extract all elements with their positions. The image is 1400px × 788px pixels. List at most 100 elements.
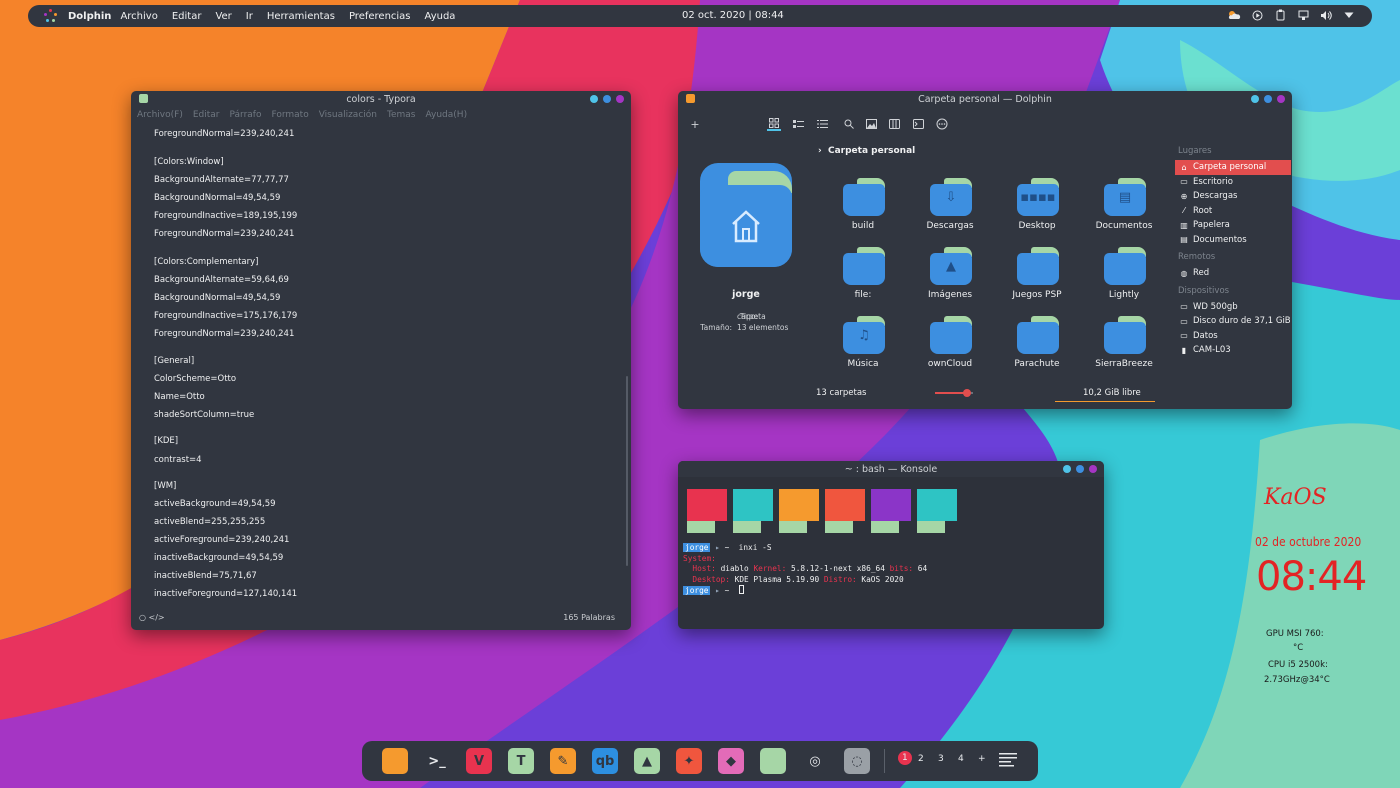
notes-app-icon[interactable]: [760, 748, 786, 774]
weather-icon[interactable]: [1227, 8, 1241, 22]
menu-ayuda[interactable]: Ayuda(H): [425, 110, 467, 120]
place-item[interactable]: ▭ Datos: [1175, 329, 1291, 344]
close-button[interactable]: [1089, 465, 1097, 473]
menu-editar[interactable]: Editar: [193, 110, 220, 120]
menu-ir[interactable]: Ir: [246, 11, 253, 22]
place-item[interactable]: ▤ Documentos: [1175, 233, 1291, 248]
desktop-3[interactable]: 3: [938, 754, 944, 764]
inkscape-app-icon[interactable]: ▲: [634, 748, 660, 774]
folder-item[interactable]: ♫ Música: [819, 314, 907, 384]
menu-formato[interactable]: Formato: [271, 110, 308, 120]
menu-editar[interactable]: Editar: [172, 11, 202, 22]
konsole-titlebar[interactable]: ~ : bash — Konsole: [678, 461, 1104, 477]
add-desktop-button[interactable]: +: [978, 754, 986, 764]
folder-item[interactable]: SierraBreeze: [1080, 314, 1168, 384]
folder-item[interactable]: Lightly: [1080, 245, 1168, 315]
menu-ayuda[interactable]: Ayuda: [425, 11, 456, 22]
desktop-2[interactable]: 2: [918, 754, 924, 764]
settings-app-icon[interactable]: ◌: [844, 748, 870, 774]
source-mode-toggle[interactable]: ○ </>: [139, 613, 165, 622]
place-item[interactable]: ▭ Escritorio: [1175, 175, 1291, 190]
minimize-button[interactable]: [590, 95, 598, 103]
color-swatches: [687, 489, 957, 533]
kate-app-icon[interactable]: ✎: [550, 748, 576, 774]
folder-item[interactable]: Juegos PSP: [993, 245, 1081, 315]
kaos-logo-icon[interactable]: [44, 9, 58, 23]
folder-item[interactable]: build: [819, 176, 907, 246]
panel-clock[interactable]: 02 oct. 2020 | 08:44: [682, 10, 784, 21]
place-label: Datos: [1193, 330, 1218, 341]
menu-visualizacion[interactable]: Visualización: [319, 110, 377, 120]
terminal-output[interactable]: jorge ▸ ~ inxi -S System: Host: diablo K…: [683, 543, 927, 597]
maximize-button[interactable]: [1076, 465, 1084, 473]
place-item[interactable]: ▭ WD 500gb: [1175, 300, 1291, 315]
place-item[interactable]: ▮ CAM-L03: [1175, 343, 1291, 358]
prompt-path: ~: [724, 586, 730, 595]
preview-icon[interactable]: [864, 117, 878, 131]
typora-window: colors - Typora Archivo(F) Editar Párraf…: [131, 91, 631, 630]
compact-view-icon[interactable]: [791, 117, 805, 131]
drive-icon: ▭: [1180, 302, 1188, 312]
zoom-slider-handle[interactable]: [963, 389, 972, 397]
menu-archivo[interactable]: Archivo: [120, 11, 157, 22]
place-item[interactable]: ⌂ Carpeta personal: [1175, 160, 1291, 175]
dolphin-titlebar[interactable]: Carpeta personal — Dolphin: [678, 91, 1292, 107]
clipboard-icon[interactable]: [1273, 8, 1287, 22]
krita-app-icon[interactable]: ✦: [676, 748, 702, 774]
typora-titlebar[interactable]: colors - Typora: [131, 91, 631, 107]
menu-herramientas[interactable]: Herramientas: [267, 11, 335, 22]
steam-app-icon[interactable]: ◎: [802, 748, 828, 774]
maximize-button[interactable]: [603, 95, 611, 103]
dolphin-app-icon[interactable]: [382, 748, 408, 774]
volume-icon[interactable]: [1319, 8, 1333, 22]
menu-archivo[interactable]: Archivo(F): [137, 110, 183, 120]
menu-preferencias[interactable]: Preferencias: [349, 11, 411, 22]
place-item[interactable]: ▥ Papelera: [1175, 218, 1291, 233]
folder-item[interactable]: ownCloud: [906, 314, 994, 384]
typora-scrollbar[interactable]: [626, 376, 628, 566]
network-icon[interactable]: [1296, 8, 1310, 22]
dock-menu-icon[interactable]: [999, 752, 1017, 770]
konsole-app-icon[interactable]: >_: [424, 748, 450, 774]
color-picker-app-icon[interactable]: ◆: [718, 748, 744, 774]
embedded-terminal-icon[interactable]: [911, 117, 925, 131]
chevron-down-icon[interactable]: [1342, 8, 1356, 22]
search-icon[interactable]: [842, 117, 856, 131]
split-view-icon[interactable]: [887, 117, 901, 131]
icons-view-icon[interactable]: [767, 117, 781, 131]
close-button[interactable]: [616, 95, 624, 103]
typora-app-icon[interactable]: T: [508, 748, 534, 774]
folder-item[interactable]: Parachute: [993, 314, 1081, 384]
folder-item[interactable]: ⇩ Descargas: [906, 176, 994, 246]
maximize-button[interactable]: [1264, 95, 1272, 103]
inxi-bits-label: bits:: [889, 564, 914, 573]
inxi-kernel-label: Kernel:: [753, 564, 787, 573]
breadcrumb-home[interactable]: Carpeta personal: [828, 146, 915, 156]
vivaldi-app-icon[interactable]: V: [466, 748, 492, 774]
breadcrumb[interactable]: › Carpeta personal: [818, 146, 915, 156]
desktop-1[interactable]: 1: [898, 751, 912, 765]
details-view-icon[interactable]: [815, 117, 829, 131]
menu-ver[interactable]: Ver: [215, 11, 231, 22]
config-line: ForegroundNormal=239,240,241: [154, 329, 295, 339]
menu-temas[interactable]: Temas: [387, 110, 415, 120]
more-options-icon[interactable]: [935, 117, 949, 131]
folder-item[interactable]: ▤ Documentos: [1080, 176, 1168, 246]
qbittorrent-app-icon[interactable]: qb: [592, 748, 618, 774]
desktop-4[interactable]: 4: [958, 754, 964, 764]
config-line: activeBlend=255,255,255: [154, 517, 266, 527]
place-item[interactable]: ⁄ Root: [1175, 204, 1291, 219]
new-tab-icon[interactable]: +: [688, 117, 702, 131]
minimize-button[interactable]: [1251, 95, 1259, 103]
folder-item[interactable]: file:: [819, 245, 907, 315]
place-item[interactable]: ◍ Red: [1175, 266, 1291, 281]
close-button[interactable]: [1277, 95, 1285, 103]
folder-item[interactable]: ▪▪▪▪ Desktop: [993, 176, 1081, 246]
zoom-slider[interactable]: [935, 389, 973, 397]
menu-parrafo[interactable]: Párrafo: [230, 110, 262, 120]
folder-item[interactable]: ▲ Imágenes: [906, 245, 994, 315]
place-item[interactable]: ▭ Disco duro de 37,1 GiB: [1175, 314, 1291, 329]
media-play-icon[interactable]: [1250, 8, 1264, 22]
place-item[interactable]: ⊕ Descargas: [1175, 189, 1291, 204]
minimize-button[interactable]: [1063, 465, 1071, 473]
